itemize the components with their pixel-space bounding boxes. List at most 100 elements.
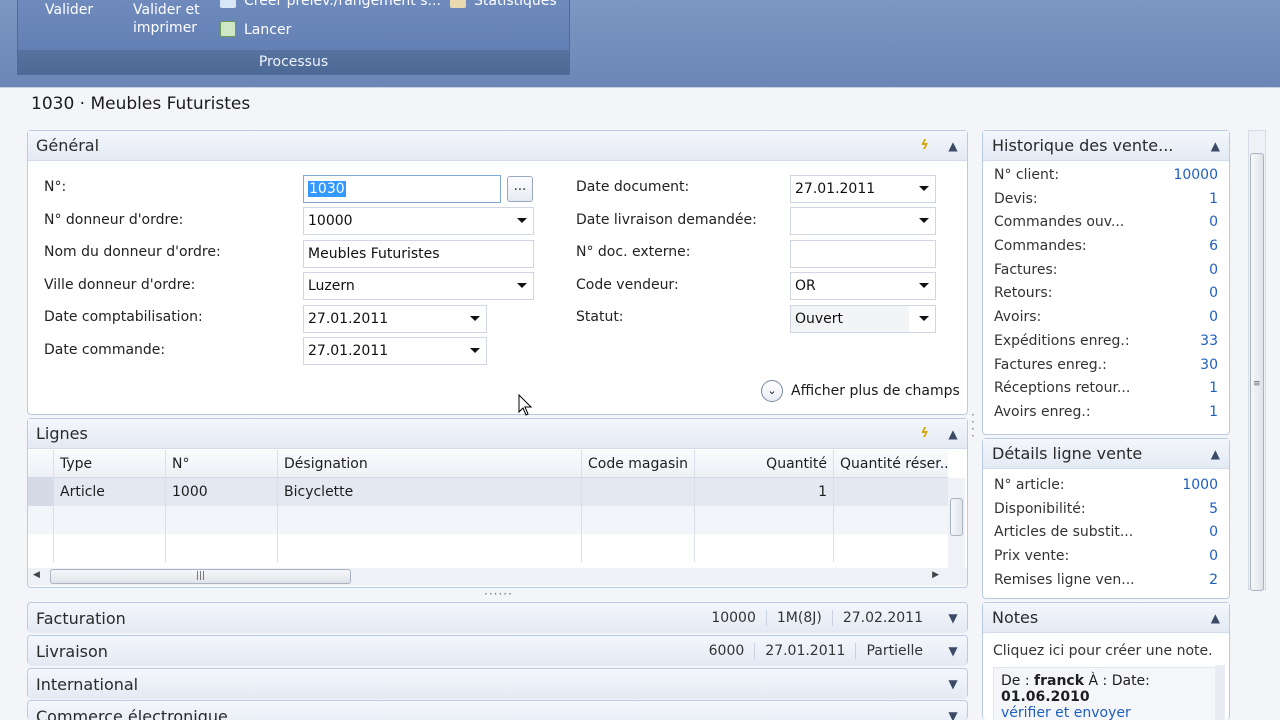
vertical-scrollbar[interactable] (948, 478, 965, 568)
row-value-link[interactable]: 33 (1200, 333, 1218, 349)
empty-cell[interactable] (54, 506, 166, 534)
fasttab-facturation[interactable]: Facturation 10000 1M(8J) 27.02.2011 ▼ (27, 602, 968, 633)
row-value-link[interactable]: 6 (1209, 238, 1218, 254)
row-value-link[interactable]: 30 (1200, 357, 1218, 373)
row-value-link[interactable]: 0 (1209, 548, 1218, 564)
cell-no[interactable]: 1000 (166, 478, 278, 506)
table-row[interactable]: Article 1000 Bicyclette 1 (28, 478, 948, 506)
statistiques-button[interactable]: Statistiques (450, 0, 557, 10)
chevron-up-icon[interactable]: ▲ (1211, 447, 1220, 461)
empty-cell[interactable] (695, 534, 834, 562)
field-no[interactable]: 1030 (303, 175, 501, 203)
dropdown-arrow-icon[interactable] (919, 218, 929, 223)
row-value-link[interactable]: 0 (1209, 309, 1218, 325)
empty-row[interactable] (28, 534, 948, 562)
empty-cell[interactable] (278, 534, 582, 562)
field-nom-donneur[interactable]: Meubles Futuristes (303, 240, 534, 268)
lancer-button[interactable]: Lancer (220, 21, 291, 39)
chevron-up-icon[interactable]: ▲ (1211, 611, 1220, 625)
lightning-icon[interactable]: ϟ (920, 138, 929, 153)
row-value-link[interactable]: 0 (1209, 285, 1218, 301)
empty-cell[interactable] (582, 506, 695, 534)
cell-designation[interactable]: Bicyclette (278, 478, 582, 506)
field-statut[interactable]: Ouvert (790, 305, 936, 333)
cell-quantite-reservee[interactable] (834, 478, 948, 506)
row-value-link[interactable]: 1 (1209, 191, 1218, 207)
dropdown-arrow-icon[interactable] (919, 316, 929, 321)
empty-cell[interactable] (166, 506, 278, 534)
resize-grip-icon[interactable]: ······ (484, 587, 513, 601)
chevron-down-icon[interactable]: ▼ (947, 677, 959, 691)
valider-button[interactable]: Valider (45, 1, 93, 19)
scrollbar-thumb[interactable]: ||| (50, 569, 351, 584)
factbox-notes-header[interactable]: Notes ▲ (983, 603, 1229, 633)
resize-grip-vertical-icon[interactable]: · · · · (971, 409, 975, 442)
row-selector[interactable] (28, 478, 54, 506)
page-vertical-scrollbar[interactable]: ≡ (1248, 130, 1266, 591)
scroll-left-icon[interactable]: ◀ (33, 570, 40, 580)
fasttab-international[interactable]: International ▼ (27, 668, 968, 699)
dropdown-arrow-icon[interactable] (919, 283, 929, 288)
empty-cell[interactable] (834, 534, 948, 562)
show-more-fields-link[interactable]: ⌄ Afficher plus de champs (761, 380, 960, 402)
cell-quantite[interactable]: 1 (695, 478, 834, 506)
fasttab-lignes-header[interactable]: Lignes ϟ ▲ (28, 419, 967, 449)
fasttab-general-header[interactable]: Général ϟ ▲ (28, 131, 967, 161)
row-value-link[interactable]: 0 (1209, 524, 1218, 540)
lookup-button[interactable]: ... (507, 176, 533, 202)
chevron-down-icon[interactable]: ▼ (947, 644, 959, 658)
note-review-link[interactable]: vérifier et envoyer (1001, 705, 1131, 720)
empty-cell[interactable] (695, 506, 834, 534)
field-ville[interactable]: Luzern (303, 272, 534, 300)
factbox-details-header[interactable]: Détails ligne vente ▲ (983, 439, 1229, 469)
field-code-vendeur[interactable]: OR (790, 272, 936, 300)
cell-type[interactable]: Article (54, 478, 166, 506)
column-header-code-magasin[interactable]: Code magasin (582, 450, 695, 478)
row-selector[interactable] (28, 506, 54, 534)
empty-row[interactable] (28, 506, 948, 534)
fasttab-livraison[interactable]: Livraison 6000 27.01.2011 Partielle ▼ (27, 635, 968, 666)
cell-code-magasin[interactable] (582, 478, 695, 506)
empty-cell[interactable] (834, 506, 948, 534)
empty-cell[interactable] (166, 534, 278, 562)
empty-cell[interactable] (582, 534, 695, 562)
row-value-link[interactable]: 0 (1209, 214, 1218, 230)
scrollbar-thumb[interactable] (950, 498, 963, 536)
create-note-link[interactable]: Cliquez ici pour créer une note. (983, 633, 1229, 659)
column-header-quantite[interactable]: Quantité (695, 450, 834, 478)
dropdown-arrow-icon[interactable] (470, 348, 480, 353)
factbox-historique-header[interactable]: Historique des vente... ▲ (983, 131, 1229, 161)
row-value-link[interactable]: 1 (1209, 380, 1218, 396)
empty-cell[interactable] (54, 534, 166, 562)
column-header-type[interactable]: Type (54, 450, 166, 478)
column-header-designation[interactable]: Désignation (278, 450, 582, 478)
creer-prelevement-button[interactable]: Créer prélèv./rangement s... (220, 0, 441, 10)
column-header-quantite-reservee[interactable]: Quantité réser... (834, 450, 948, 478)
row-value-link[interactable]: 5 (1209, 501, 1218, 517)
notes-scrollbar[interactable] (1215, 665, 1225, 720)
chevron-down-icon[interactable]: ▼ (947, 709, 959, 720)
lightning-icon[interactable]: ϟ (920, 426, 929, 441)
row-value-link[interactable]: 1 (1209, 404, 1218, 420)
valider-imprimer-button[interactable]: Valider et imprimer (133, 1, 200, 37)
chevron-up-icon[interactable]: ▲ (947, 427, 959, 441)
column-header-no[interactable]: N° (166, 450, 278, 478)
field-date-compta[interactable]: 27.01.2011 (303, 305, 487, 333)
dropdown-arrow-icon[interactable] (919, 186, 929, 191)
row-value-link[interactable]: 10000 (1173, 167, 1218, 183)
field-date-livraison[interactable] (790, 207, 936, 235)
chevron-down-icon[interactable]: ▼ (947, 611, 959, 625)
field-doc-externe[interactable] (790, 240, 936, 268)
dropdown-arrow-icon[interactable] (470, 316, 480, 321)
dropdown-arrow-icon[interactable] (517, 283, 527, 288)
field-date-document[interactable]: 27.01.2011 (790, 175, 936, 203)
row-value-link[interactable]: 0 (1209, 262, 1218, 278)
field-donneur-ordre[interactable]: 10000 (303, 207, 534, 235)
note-item[interactable]: De : franck À : Date: 01.06.2010 vérifie… (993, 667, 1219, 720)
row-value-link[interactable]: 1000 (1182, 477, 1218, 493)
chevron-up-icon[interactable]: ▲ (947, 139, 959, 153)
horizontal-scrollbar[interactable]: ◀ ||| ▶ (28, 568, 967, 586)
dropdown-arrow-icon[interactable] (517, 218, 527, 223)
scroll-right-icon[interactable]: ▶ (932, 570, 939, 580)
chevron-up-icon[interactable]: ▲ (1211, 139, 1220, 153)
